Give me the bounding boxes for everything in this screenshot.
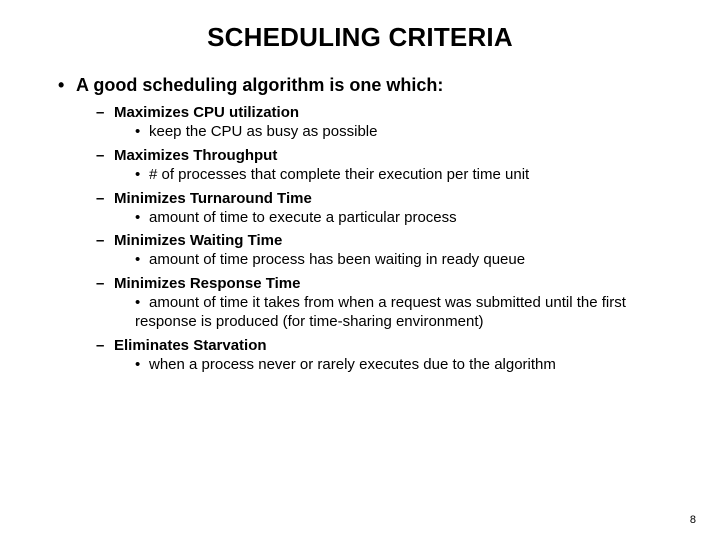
bullet-dash-icon: – — [96, 275, 114, 292]
criterion-detail-text: keep the CPU as busy as possible — [149, 123, 377, 140]
bullet-dash-icon: – — [96, 190, 114, 207]
criterion-heading-text: Minimizes Turnaround Time — [114, 190, 312, 207]
criterion-heading-text: Maximizes CPU utilization — [114, 104, 299, 121]
lead-text: A good scheduling algorithm is one which… — [76, 75, 443, 95]
criterion-heading-text: Minimizes Response Time — [114, 275, 300, 292]
bullet-dot-icon: • — [135, 123, 149, 142]
criterion-detail: •keep the CPU as busy as possible — [135, 123, 680, 142]
criterion-detail: •# of processes that complete their exec… — [135, 166, 680, 185]
criterion-detail-text: when a process never or rarely executes … — [149, 356, 556, 373]
criterion-heading: –Minimizes Response Time — [96, 275, 680, 292]
bullet-dot-icon: • — [135, 209, 149, 228]
criterion-heading-text: Minimizes Waiting Time — [114, 232, 282, 249]
bullet-dash-icon: – — [96, 337, 114, 354]
bullet-dash-icon: – — [96, 147, 114, 164]
page-number: 8 — [690, 514, 696, 526]
page-title: SCHEDULING CRITERIA — [40, 22, 680, 53]
criterion-heading: –Maximizes Throughput — [96, 147, 680, 164]
criterion-detail: •amount of time process has been waiting… — [135, 251, 680, 270]
criterion-detail-text: # of processes that complete their execu… — [149, 166, 529, 183]
bullet-dot-icon: • — [135, 166, 149, 185]
bullet-dash-icon: – — [96, 104, 114, 121]
criterion-detail-text: amount of time to execute a particular p… — [149, 209, 457, 226]
slide: SCHEDULING CRITERIA •A good scheduling a… — [0, 0, 720, 540]
criterion-detail: •when a process never or rarely executes… — [135, 356, 680, 375]
criterion-heading: –Minimizes Waiting Time — [96, 232, 680, 249]
bullet-dot-icon: • — [135, 356, 149, 375]
criterion-detail: •amount of time to execute a particular … — [135, 209, 680, 228]
criterion-detail: •amount of time it takes from when a req… — [135, 294, 680, 332]
criterion-detail-text: amount of time it takes from when a requ… — [135, 294, 626, 330]
criterion-heading-text: Maximizes Throughput — [114, 147, 277, 164]
criterion-heading: –Maximizes CPU utilization — [96, 104, 680, 121]
criterion-heading: –Eliminates Starvation — [96, 337, 680, 354]
bullet-dot-icon: • — [135, 251, 149, 270]
bullet-dash-icon: – — [96, 232, 114, 249]
criterion-heading: –Minimizes Turnaround Time — [96, 190, 680, 207]
bullet-dot-icon: • — [58, 75, 76, 96]
criterion-detail-text: amount of time process has been waiting … — [149, 251, 525, 268]
bullet-dot-icon: • — [135, 294, 149, 313]
criterion-heading-text: Eliminates Starvation — [114, 337, 267, 354]
lead-line: •A good scheduling algorithm is one whic… — [58, 75, 680, 96]
